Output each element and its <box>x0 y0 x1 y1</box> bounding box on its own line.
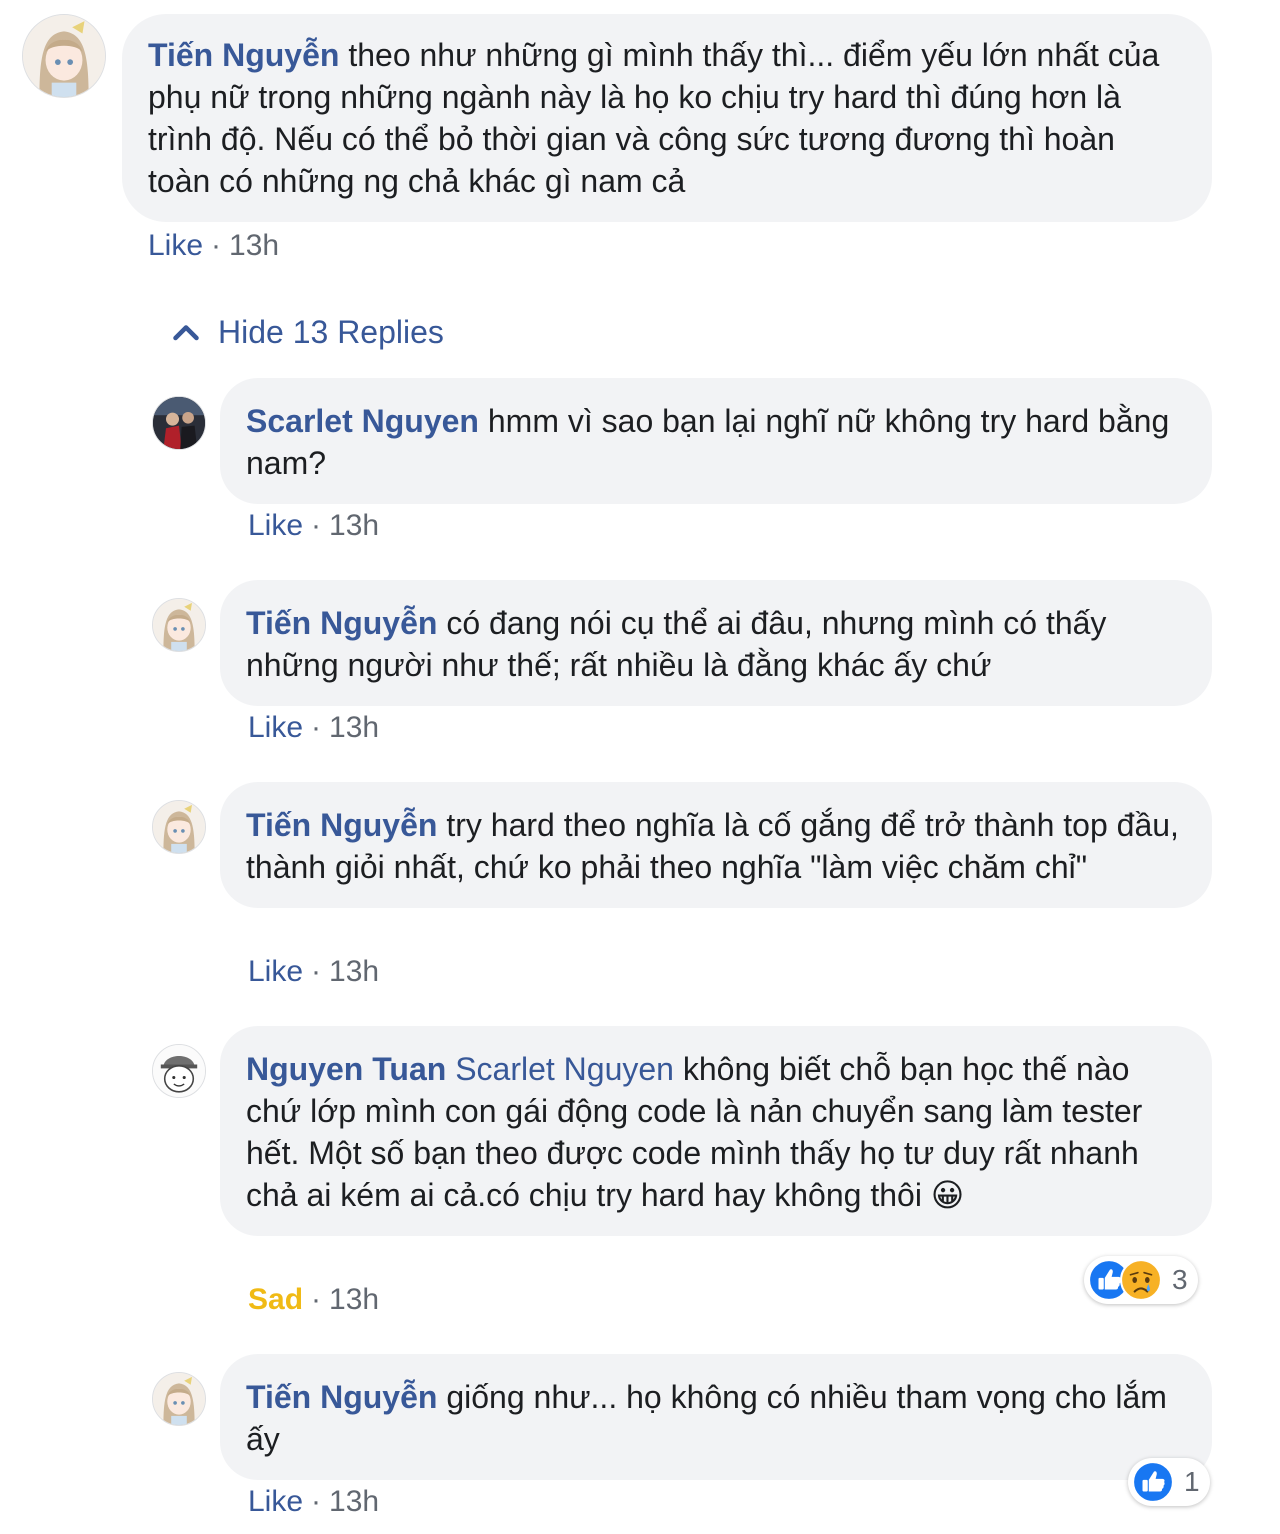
like-reaction-icon <box>1132 1461 1174 1503</box>
meta-separator: · <box>311 711 322 744</box>
avatar-tien-nguyen[interactable] <box>152 598 206 652</box>
reply-meta: Like · 13h <box>248 954 379 990</box>
timestamp[interactable]: 13h <box>229 229 279 262</box>
reaction-summary[interactable]: 1 <box>1128 1458 1210 1506</box>
meta-separator: · <box>311 955 322 988</box>
anime-girl-avatar-icon <box>23 15 105 97</box>
avatar-tien-nguyen[interactable] <box>152 1372 206 1426</box>
like-button[interactable]: Like <box>148 229 203 262</box>
like-button[interactable]: Like <box>248 955 303 988</box>
anime-girl-avatar-icon <box>153 801 205 853</box>
reaction-summary[interactable]: 3 <box>1084 1256 1198 1304</box>
comment-bubble: Tiến Nguyễn theo như những gì mình thấy … <box>122 14 1212 222</box>
timestamp[interactable]: 13h <box>329 955 379 988</box>
reply-bubble: Tiến Nguyễn giống như... họ không có nhi… <box>220 1354 1212 1480</box>
reply-bubble: Tiến Nguyễn try hard theo nghĩa là cố gắ… <box>220 782 1212 908</box>
meta-separator: · <box>311 509 322 542</box>
timestamp[interactable]: 13h <box>329 1283 379 1316</box>
avatar-tien-nguyen[interactable] <box>152 800 206 854</box>
reply-bubble: Scarlet Nguyen hmm vì sao bạn lại nghĩ n… <box>220 378 1212 504</box>
avatar-scarlet-nguyen[interactable] <box>152 396 206 450</box>
grinning-emoji: 😀 <box>930 1177 965 1213</box>
anime-girl-avatar-icon <box>153 599 205 651</box>
chevron-up-icon <box>173 325 199 341</box>
reply-meta: Like · 13h <box>248 508 379 544</box>
timestamp[interactable]: 13h <box>329 711 379 744</box>
reply-author-link[interactable]: Tiến Nguyễn <box>246 1379 437 1415</box>
reply-author-link[interactable]: Tiến Nguyễn <box>246 807 437 843</box>
reply-bubble: Nguyen Tuan Scarlet Nguyen không biết ch… <box>220 1026 1212 1236</box>
mention-link[interactable]: Scarlet Nguyen <box>446 1051 674 1087</box>
reply-meta: Like · 13h <box>248 710 379 746</box>
like-button[interactable]: Like <box>248 509 303 542</box>
timestamp[interactable]: 13h <box>329 1485 379 1518</box>
reply-bubble: Tiến Nguyễn có đang nói cụ thể ai đâu, n… <box>220 580 1212 706</box>
timestamp[interactable]: 13h <box>329 509 379 542</box>
like-button[interactable]: Like <box>248 1485 303 1518</box>
sad-reaction-icon <box>1120 1259 1162 1301</box>
hide-replies-label: Hide 13 Replies <box>218 313 444 350</box>
meta-separator: · <box>211 229 222 262</box>
reply-author-link[interactable]: Tiến Nguyễn <box>246 605 437 641</box>
reply-author-link[interactable]: Nguyen Tuan <box>246 1051 446 1087</box>
cartoon-avatar-icon <box>153 1045 205 1097</box>
like-button[interactable]: Like <box>248 711 303 744</box>
meta-separator: · <box>311 1283 322 1316</box>
comment-author-link[interactable]: Tiến Nguyễn <box>148 37 339 73</box>
comment-meta: Like · 13h <box>148 228 279 264</box>
reply-meta: Like · 13h <box>248 1484 379 1520</box>
photo-avatar-icon <box>153 397 205 449</box>
reply-author-link[interactable]: Scarlet Nguyen <box>246 403 479 439</box>
anime-girl-avatar-icon <box>153 1373 205 1425</box>
reply-meta: Sad · 13h <box>248 1282 379 1318</box>
reaction-count: 3 <box>1172 1264 1188 1295</box>
avatar-nguyen-tuan[interactable] <box>152 1044 206 1098</box>
sad-reaction-button[interactable]: Sad <box>248 1283 303 1316</box>
meta-separator: · <box>311 1485 322 1518</box>
hide-replies-toggle[interactable]: Hide 13 Replies <box>168 308 444 356</box>
reaction-count: 1 <box>1184 1466 1200 1497</box>
avatar-tien-nguyen[interactable] <box>22 14 106 98</box>
